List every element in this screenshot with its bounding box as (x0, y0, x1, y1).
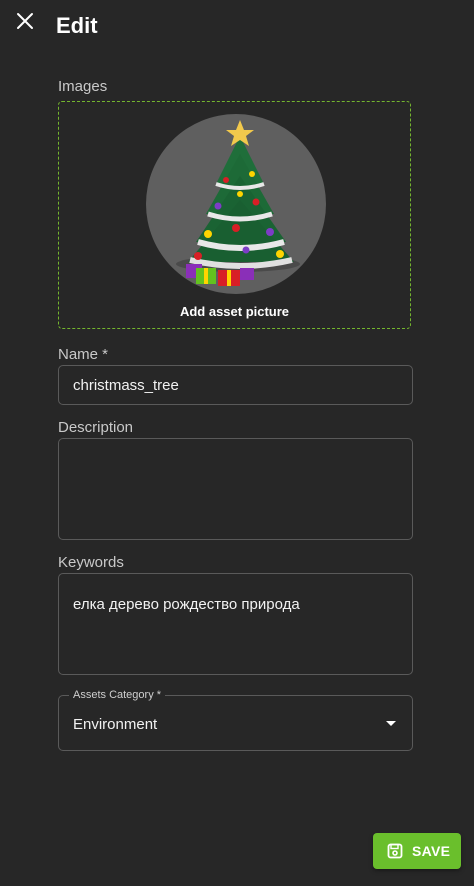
description-field[interactable] (58, 438, 413, 540)
assets-category-label: Assets Category * (69, 688, 166, 702)
assets-category-select[interactable]: Assets Category * Environment (58, 688, 413, 751)
edit-asset-page: Edit Images Add asset picture Name * chr… (0, 0, 474, 886)
name-value: christmass_tree (73, 377, 179, 394)
asset-picture (146, 114, 326, 294)
close-icon (17, 13, 33, 29)
assets-category-value: Environment (73, 716, 158, 733)
name-field[interactable]: christmass_tree (58, 365, 413, 405)
images-label: Images (58, 78, 108, 95)
keywords-value: елка дерево рождество природа (73, 596, 300, 613)
description-label: Description (58, 419, 134, 436)
save-button[interactable]: SAVE (373, 833, 461, 869)
save-button-label: SAVE (412, 843, 451, 859)
name-label: Name * (58, 346, 109, 363)
add-asset-picture-label[interactable]: Add asset picture (59, 304, 410, 319)
chevron-down-icon[interactable] (386, 721, 396, 726)
keywords-field[interactable]: елка дерево рождество природа (58, 573, 413, 675)
image-upload-area[interactable]: Add asset picture (58, 101, 411, 329)
close-button[interactable] (14, 10, 36, 32)
page-title: Edit (56, 13, 98, 38)
save-icon (387, 843, 403, 859)
christmas-tree-image (176, 120, 300, 286)
keywords-label: Keywords (58, 554, 124, 571)
